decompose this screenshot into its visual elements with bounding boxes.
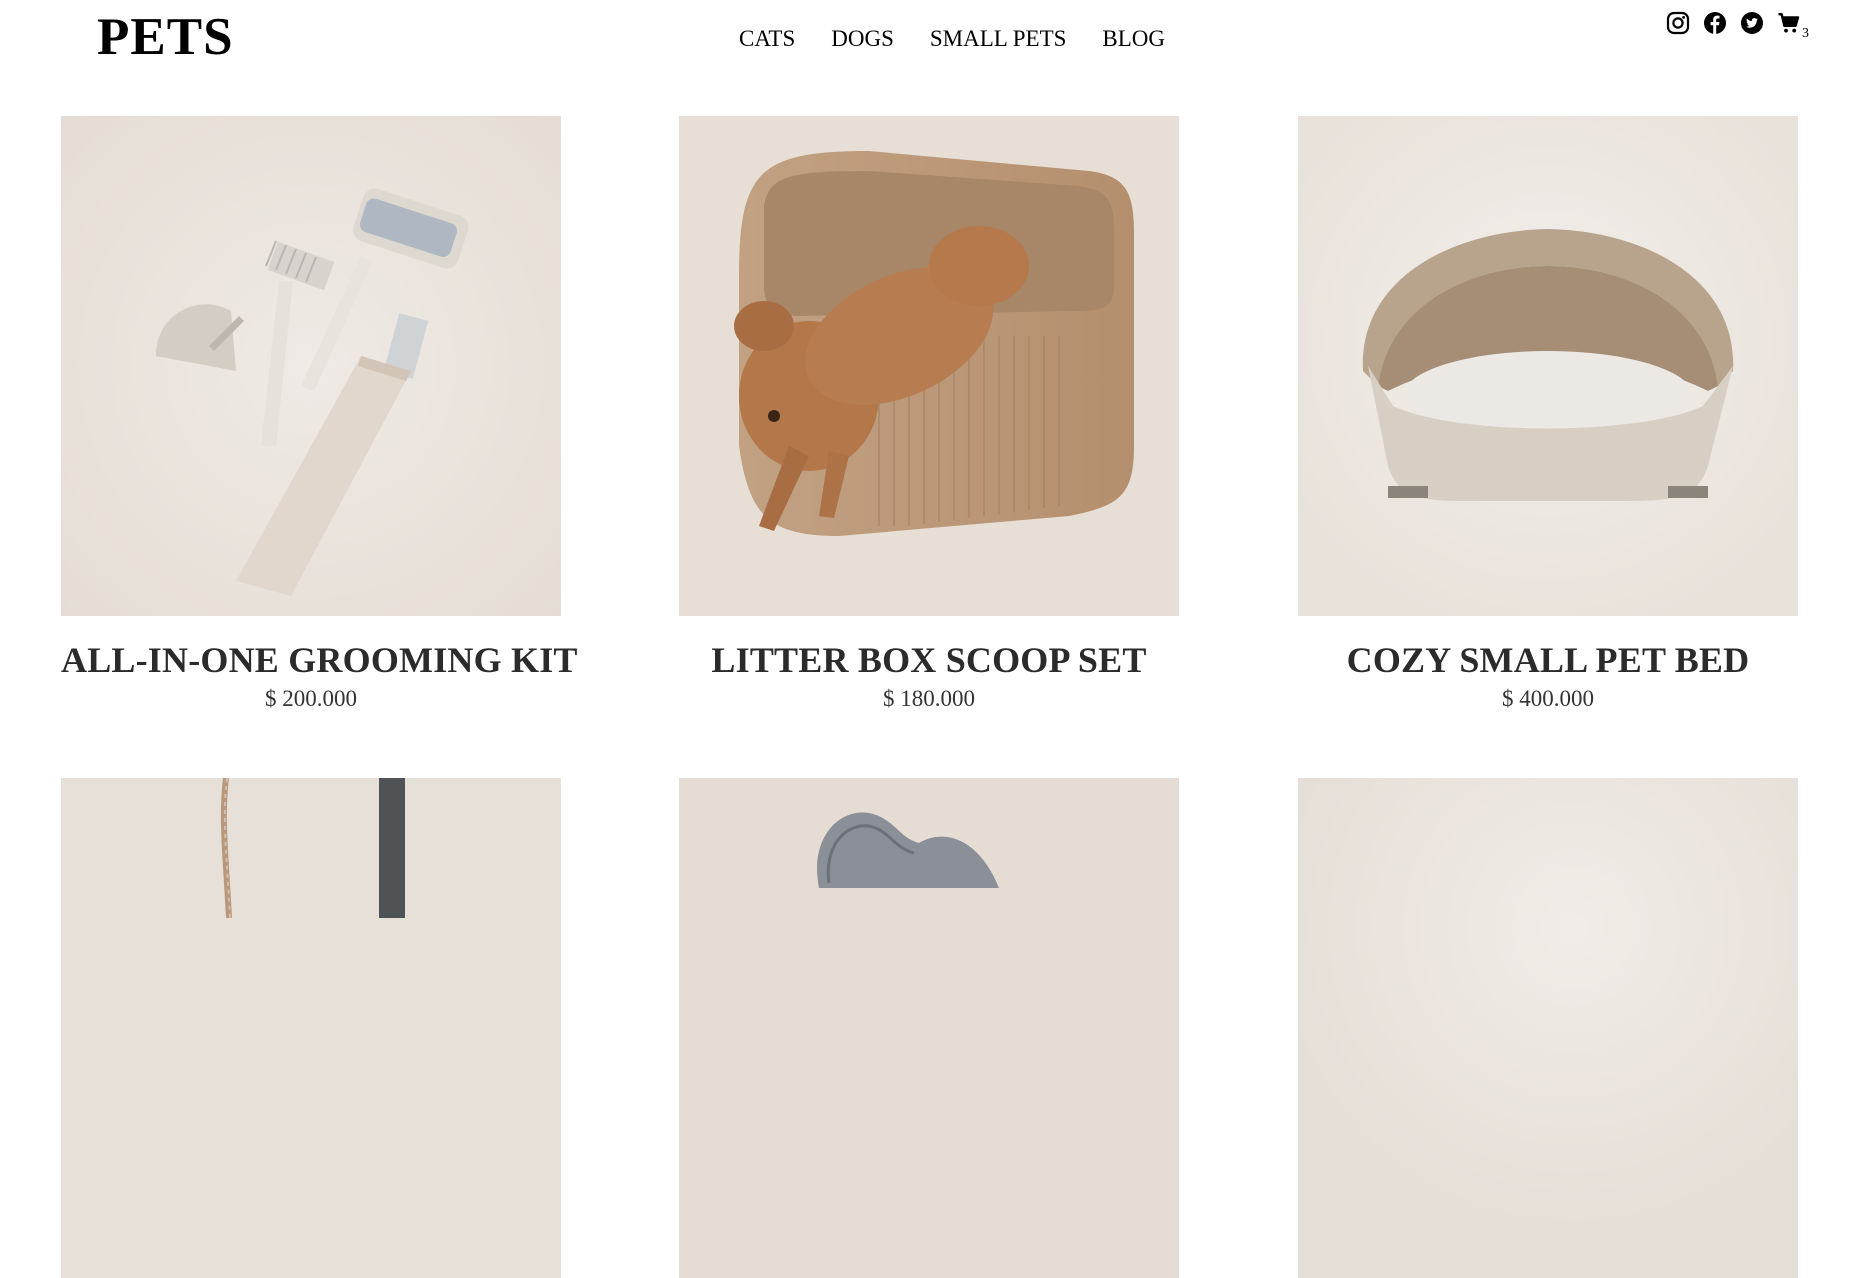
facebook-icon[interactable] <box>1703 11 1727 35</box>
site-header: PETS CATS DOGS SMALL PETS BLOG 3 <box>0 0 1857 80</box>
product-title[interactable]: LITTER BOX SCOOP SET <box>679 638 1179 682</box>
product-title[interactable]: ALL-IN-ONE GROOMING KIT <box>61 638 577 682</box>
product-price: $ 400.000 <box>1502 686 1594 711</box>
pet-bed-image[interactable] <box>1298 116 1798 616</box>
cart[interactable]: 3 <box>1777 11 1809 41</box>
product-card[interactable]: LITTER BOX SCOOP SET $ 180.000 <box>679 116 1179 714</box>
cart-icon[interactable] <box>1777 11 1801 35</box>
litter-box-image[interactable] <box>679 116 1179 616</box>
nav-item-cats[interactable]: CATS <box>739 24 795 54</box>
nav-item-dogs[interactable]: DOGS <box>831 24 894 54</box>
leash-image[interactable] <box>61 778 561 1278</box>
product-card[interactable] <box>679 778 1179 1278</box>
product-title[interactable]: COZY SMALL PET BED <box>1298 638 1798 682</box>
nav-item-small-pets[interactable]: SMALL PETS <box>930 24 1067 54</box>
product-image[interactable] <box>1298 778 1798 1278</box>
site-logo[interactable]: PETS <box>97 6 234 68</box>
nav-item-blog[interactable]: BLOG <box>1102 24 1165 54</box>
grooming-kit-image[interactable] <box>61 116 561 616</box>
product-card[interactable] <box>61 778 561 1278</box>
main-nav: CATS DOGS SMALL PETS BLOG <box>739 24 1165 54</box>
product-card[interactable]: COZY SMALL PET BED $ 400.000 <box>1298 116 1798 714</box>
header-icons: 3 <box>1666 11 1809 41</box>
product-price: $ 200.000 <box>265 686 357 711</box>
twitter-icon[interactable] <box>1740 11 1764 35</box>
instagram-icon[interactable] <box>1666 11 1690 35</box>
product-card[interactable] <box>1298 778 1798 1278</box>
product-card[interactable]: ALL-IN-ONE GROOMING KIT $ 200.000 <box>61 116 577 714</box>
pillow-toy-image[interactable] <box>679 778 1179 1278</box>
cart-count-badge: 3 <box>1802 26 1809 41</box>
product-price: $ 180.000 <box>883 686 975 711</box>
